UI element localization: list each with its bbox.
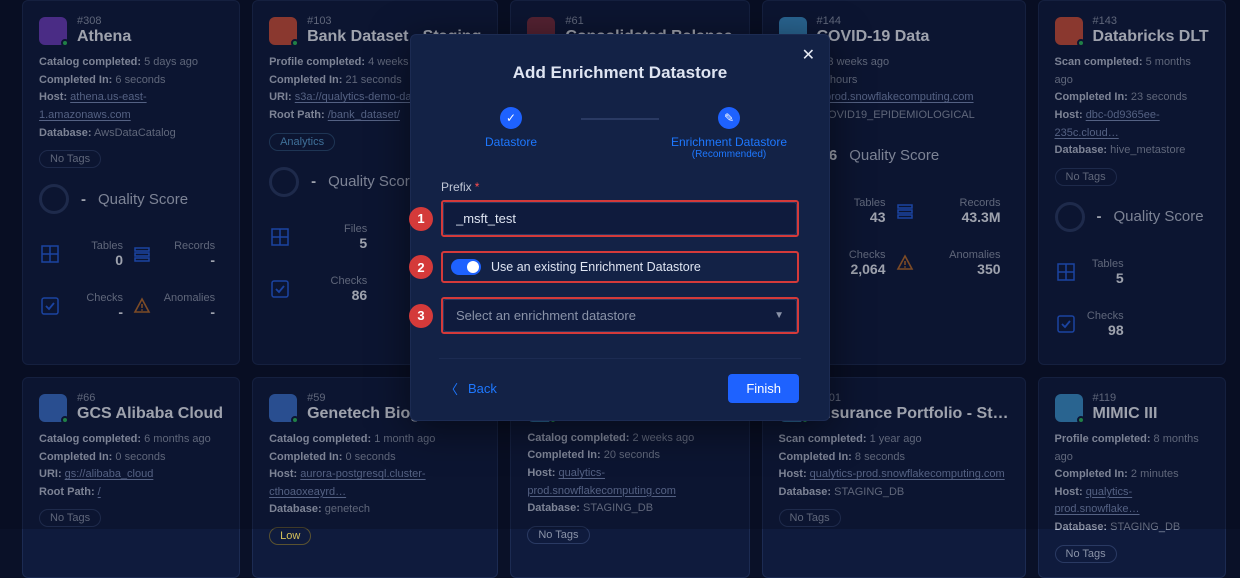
tag[interactable]: Low — [269, 527, 311, 545]
prefix-field-highlight: 1 — [441, 200, 799, 237]
back-label: Back — [468, 381, 497, 396]
step-datastore[interactable]: ✓ Datastore — [441, 107, 581, 149]
annotation-badge-2: 2 — [409, 255, 433, 279]
pencil-icon: ✎ — [718, 107, 740, 129]
step-label: Enrichment Datastore — [659, 135, 799, 149]
close-icon[interactable]: ✕ — [802, 45, 815, 65]
tag[interactable]: No Tags — [1055, 545, 1117, 563]
enrichment-datastore-select[interactable]: Select an enrichment datastore ▼ — [443, 299, 797, 332]
use-existing-toggle[interactable] — [451, 259, 481, 275]
select-field-highlight: 3 Select an enrichment datastore ▼ — [441, 297, 799, 334]
stepper: ✓ Datastore ✎ Enrichment Datastore (Reco… — [441, 107, 799, 160]
divider — [439, 358, 801, 359]
annotation-badge-1: 1 — [409, 207, 433, 231]
required-indicator: * — [475, 180, 480, 194]
step-enrichment[interactable]: ✎ Enrichment Datastore (Recommended) — [659, 107, 799, 160]
toggle-field-highlight: 2 Use an existing Enrichment Datastore — [441, 251, 799, 283]
step-label: Datastore — [441, 135, 581, 149]
prefix-input[interactable] — [443, 202, 797, 235]
add-enrichment-datastore-modal: ✕ Add Enrichment Datastore ✓ Datastore ✎… — [410, 34, 830, 421]
prefix-label: Prefix* — [441, 180, 799, 194]
chevron-down-icon: ▼ — [774, 310, 784, 321]
finish-button[interactable]: Finish — [728, 374, 799, 403]
step-connector — [581, 118, 659, 120]
back-button[interactable]: 〈 Back — [441, 373, 501, 404]
step-sublabel: (Recommended) — [659, 149, 799, 160]
check-icon: ✓ — [500, 107, 522, 129]
toggle-label: Use an existing Enrichment Datastore — [491, 260, 701, 274]
annotation-badge-3: 3 — [409, 304, 433, 328]
modal-title: Add Enrichment Datastore — [441, 63, 799, 83]
chevron-left-icon: 〈 — [445, 379, 458, 398]
select-placeholder: Select an enrichment datastore — [456, 308, 636, 323]
